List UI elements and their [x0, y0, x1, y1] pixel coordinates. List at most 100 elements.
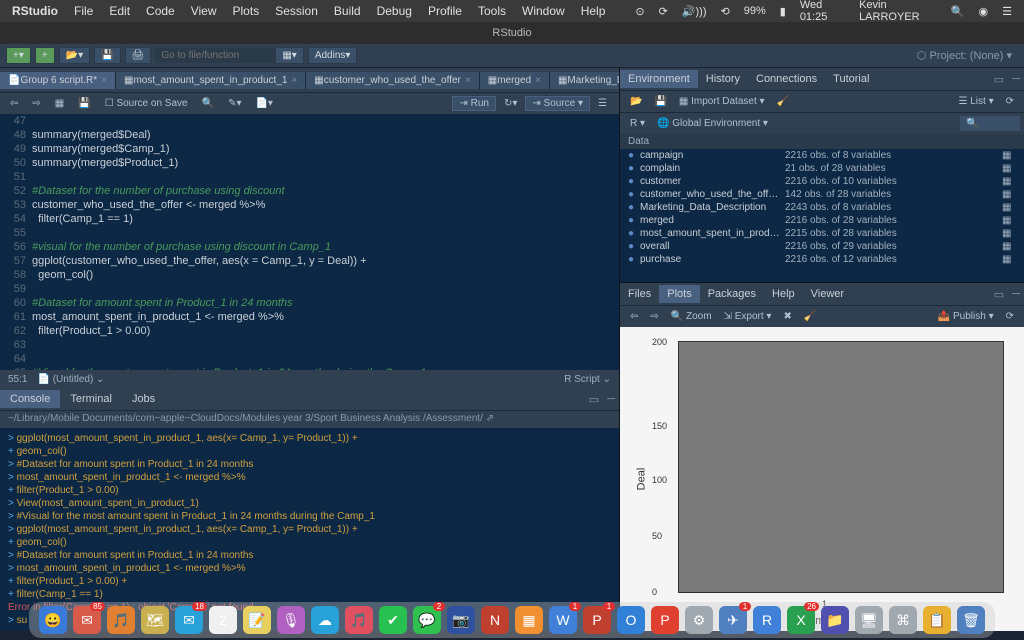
clear-workspace-button[interactable]: 🧹 — [771, 95, 795, 108]
outline-button[interactable]: ☰ — [592, 97, 613, 110]
dock-app[interactable]: X26 — [787, 606, 815, 634]
tab-most-amount[interactable]: ▦ most_amount_spent_in_product_1× — [116, 72, 306, 89]
dock-app[interactable]: ⚙ — [685, 606, 713, 634]
forward-button[interactable]: ⇨ — [26, 97, 46, 110]
dock-app[interactable]: 📝 — [243, 606, 271, 634]
notifications-icon[interactable]: ☰ — [1002, 5, 1012, 18]
maximize-pane-button[interactable]: ▭ — [990, 73, 1008, 86]
menu-code[interactable]: Code — [146, 4, 175, 18]
tab-merged[interactable]: ▦ merged× — [480, 72, 550, 89]
dock-app[interactable]: 2 — [209, 606, 237, 634]
env-row[interactable]: ●overall2216 obs. of 29 variables▦ — [620, 240, 1024, 253]
env-row[interactable]: ●customer_who_used_the_off…142 obs. of 2… — [620, 188, 1024, 201]
dock-app[interactable]: 💬2 — [413, 606, 441, 634]
env-lang-selector[interactable]: R ▾ — [624, 117, 651, 130]
report-button[interactable]: 📄▾ — [249, 97, 278, 110]
collapse-pane-button[interactable]: ─ — [603, 393, 619, 405]
dock-app[interactable]: ☁ — [311, 606, 339, 634]
dock-app[interactable]: ✈1 — [719, 606, 747, 634]
dock-app[interactable]: 😀 — [39, 606, 67, 634]
env-row[interactable]: ●customer2216 obs. of 10 variables▦ — [620, 175, 1024, 188]
dock-app[interactable]: ✉85 — [73, 606, 101, 634]
menu-tools[interactable]: Tools — [478, 4, 506, 18]
export-button[interactable]: ⇲ Export ▾ — [718, 310, 778, 323]
new-project-button[interactable]: + — [35, 47, 55, 64]
console-output[interactable]: > ggplot(most_amount_spent_in_product_1,… — [0, 428, 619, 631]
spotlight-icon[interactable]: 🔍 — [951, 5, 965, 18]
refresh-icon[interactable]: ⟲ — [721, 5, 730, 18]
import-dataset-button[interactable]: ▦ Import Dataset ▾ — [673, 95, 771, 108]
refresh-env-button[interactable]: ⟳ — [1000, 95, 1020, 108]
dock-app[interactable]: 📁 — [821, 606, 849, 634]
dock-app[interactable]: 📋 — [923, 606, 951, 634]
list-view-button[interactable]: ☰ List ▾ — [952, 95, 999, 108]
save-workspace-button[interactable]: 💾 — [648, 95, 672, 108]
screenshare-icon[interactable]: ⊙ — [635, 5, 644, 18]
close-icon[interactable]: × — [535, 75, 541, 86]
env-row[interactable]: ●most_amount_spent_in_prod…2215 obs. of … — [620, 227, 1024, 240]
close-icon[interactable]: × — [291, 75, 297, 86]
dock-app[interactable]: 🎙 — [277, 606, 305, 634]
goto-file-input[interactable] — [155, 48, 275, 63]
tab-connections[interactable]: Connections — [748, 70, 825, 88]
menu-view[interactable]: View — [191, 4, 217, 18]
save-button[interactable]: 💾 — [72, 97, 96, 110]
tab-customer[interactable]: ▦ customer_who_used_the_offer× — [306, 72, 479, 89]
addins-button[interactable]: Addins ▾ — [308, 47, 358, 64]
save-all-button[interactable]: 💾 — [94, 47, 120, 64]
tab-packages[interactable]: Packages — [700, 285, 764, 303]
maximize-pane-button[interactable]: ▭ — [585, 393, 603, 406]
tab-console[interactable]: Console — [0, 390, 60, 408]
tab-viewer[interactable]: Viewer — [803, 285, 852, 303]
clear-plots-button[interactable]: 🧹 — [798, 310, 822, 323]
dock-app[interactable]: R — [753, 606, 781, 634]
env-row[interactable]: ●complain21 obs. of 28 variables▦ — [620, 162, 1024, 175]
menu-plots[interactable]: Plots — [233, 4, 260, 18]
menu-profile[interactable]: Profile — [428, 4, 462, 18]
remove-plot-button[interactable]: ✖ — [777, 310, 797, 323]
tab-jobs[interactable]: Jobs — [122, 390, 165, 408]
dock-app[interactable]: 📷 — [447, 606, 475, 634]
dock-app[interactable]: 🎵 — [345, 606, 373, 634]
app-name[interactable]: RStudio — [12, 4, 58, 18]
dock-app[interactable]: W1 — [549, 606, 577, 634]
clock[interactable]: Wed 01:25 — [800, 0, 845, 23]
menu-edit[interactable]: Edit — [109, 4, 130, 18]
dock-app[interactable]: ⌘ — [889, 606, 917, 634]
project-menu[interactable]: ⬡ Project: (None) ▾ — [911, 49, 1018, 62]
compile-button[interactable]: ✎▾ — [222, 97, 247, 110]
volume-icon[interactable]: 🔊))) — [682, 5, 707, 18]
find-button[interactable]: 🔍 — [196, 97, 220, 110]
load-workspace-button[interactable]: 📂 — [624, 95, 648, 108]
menu-session[interactable]: Session — [275, 4, 318, 18]
code-editor[interactable]: 4748summary(merged$Deal)49summary(merged… — [0, 114, 619, 370]
collapse-pane-button[interactable]: ─ — [1008, 288, 1024, 300]
source-button[interactable]: ⇥ Source ▾ — [525, 96, 590, 111]
refresh-plot-button[interactable]: ⟳ — [1000, 310, 1020, 323]
publish-button[interactable]: 📤 Publish ▾ — [932, 310, 1000, 323]
dock-app[interactable]: 🗺 — [141, 606, 169, 634]
collapse-pane-button[interactable]: ─ — [1008, 73, 1024, 85]
tab-history[interactable]: History — [698, 70, 748, 88]
env-row[interactable]: ●purchase2216 obs. of 12 variables▦ — [620, 253, 1024, 266]
source-on-save-check[interactable]: ☐ Source on Save — [99, 97, 194, 110]
prev-plot-button[interactable]: ⇦ — [624, 310, 644, 323]
close-icon[interactable]: × — [101, 75, 107, 86]
close-icon[interactable]: × — [465, 75, 471, 86]
battery-icon[interactable]: ▮ — [780, 5, 786, 18]
menu-help[interactable]: Help — [581, 4, 606, 18]
menu-debug[interactable]: Debug — [377, 4, 412, 18]
env-row[interactable]: ●campaign2216 obs. of 8 variables▦ — [620, 149, 1024, 162]
next-plot-button[interactable]: ⇨ — [644, 310, 664, 323]
language-indicator[interactable]: R Script ⌄ — [564, 374, 611, 385]
back-button[interactable]: ⇦ — [4, 97, 24, 110]
maximize-pane-button[interactable]: ▭ — [990, 288, 1008, 301]
open-file-button[interactable]: 📂▾ — [59, 47, 90, 64]
new-file-button[interactable]: +▾ — [6, 47, 31, 64]
dock-app[interactable]: 🗑 — [957, 606, 985, 634]
env-row[interactable]: ●merged2216 obs. of 28 variables▦ — [620, 214, 1024, 227]
sync-icon[interactable]: ⟳ — [659, 5, 668, 18]
dock-app[interactable]: ✔ — [379, 606, 407, 634]
siri-icon[interactable]: ◉ — [979, 5, 989, 18]
menu-window[interactable]: Window — [522, 4, 565, 18]
